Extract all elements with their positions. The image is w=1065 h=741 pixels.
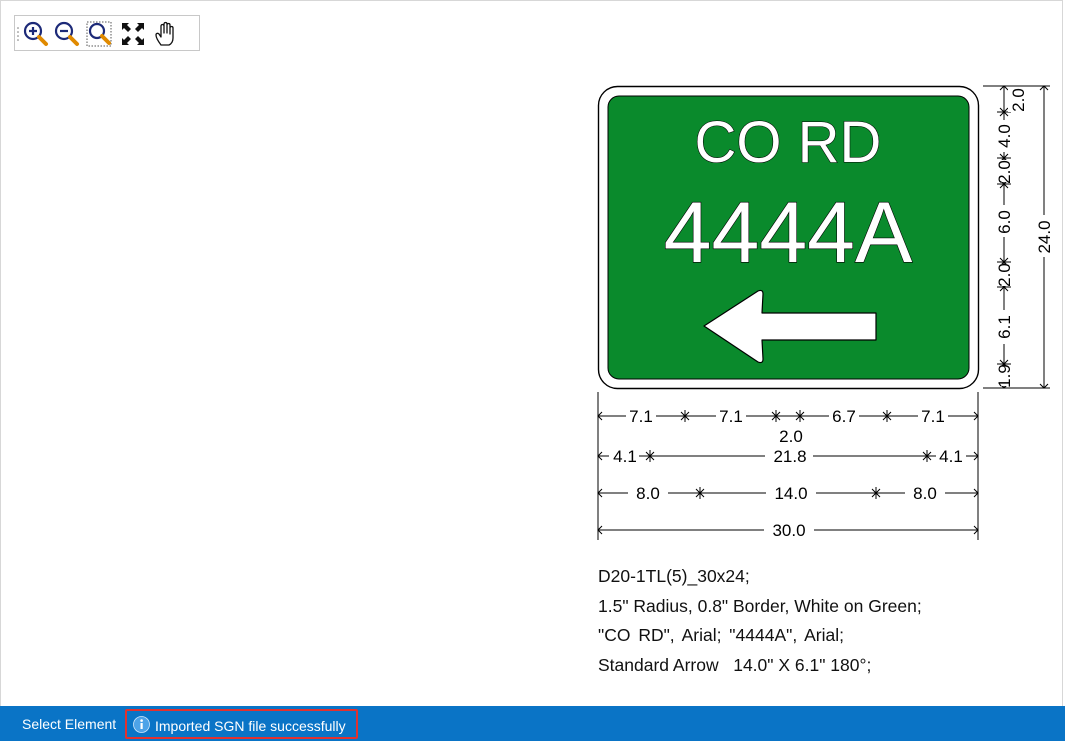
vdim-6-0: 6.0 [995, 210, 1014, 234]
spec-line-arrow: Standard Arrow 14.0" X 6.1" 180°; [598, 654, 872, 675]
zoom-window-icon[interactable] [85, 20, 113, 48]
sign-spec: D20-1TL(5)_30x24; 1.5" Radius, 0.8" Bord… [598, 562, 922, 680]
pan-hand-icon[interactable] [152, 20, 180, 48]
hdim-7-1-b: 7.1 [719, 407, 743, 426]
vdim-1-9: 1.9 [995, 364, 1014, 388]
zoom-in-icon[interactable] [21, 20, 49, 48]
horizontal-dim-labels: 7.1 7.1 2.0 6.7 7.1 4.1 21.8 4.1 8.0 14.… [609, 406, 966, 540]
zoom-extents-icon[interactable] [119, 20, 147, 48]
hdim-14-0: 14.0 [774, 484, 807, 503]
hdim-2-0: 2.0 [779, 427, 803, 446]
hdim-21-8: 21.8 [773, 447, 806, 466]
hdim-7-1-c: 7.1 [921, 407, 945, 426]
spec-line-fonts: "CO RD", Arial; "4444A", Arial; [598, 625, 844, 645]
vdim-2-0-low: 2.0 [995, 263, 1014, 287]
sign-legend-number: 4444A [664, 185, 913, 281]
toolbar-grip-icon[interactable] [17, 26, 19, 42]
vdim-2-0-top: 2.0 [1009, 88, 1028, 112]
vdim-24-0: 24.0 [1035, 220, 1054, 253]
spec-line-designation: D20-1TL(5)_30x24; [598, 566, 750, 586]
hdim-8-0-right: 8.0 [913, 484, 937, 503]
info-icon [133, 716, 150, 733]
hdim-6-7: 6.7 [832, 407, 856, 426]
hdim-4-1-right: 4.1 [939, 447, 963, 466]
hdim-8-0-left: 8.0 [636, 484, 660, 503]
hdim-7-1-a: 7.1 [629, 407, 653, 426]
vdim-4-0: 4.0 [995, 124, 1014, 148]
zoom-out-icon[interactable] [52, 20, 80, 48]
spec-line-border: 1.5" Radius, 0.8" Border, White on Green… [598, 595, 922, 616]
status-message: Imported SGN file successfully [155, 718, 346, 734]
status-message-highlight[interactable]: Imported SGN file successfully [125, 709, 358, 739]
vdim-6-1: 6.1 [995, 315, 1014, 339]
sign-legend-co-rd: CO RD [695, 110, 882, 175]
hdim-4-1-left: 4.1 [613, 447, 637, 466]
status-mode-label: Select Element [22, 716, 117, 732]
sign-panel[interactable]: CO RD 4444A [597, 85, 980, 390]
zoom-toolbar [14, 15, 200, 51]
vdim-2-0-mid: 2.0 [995, 160, 1014, 184]
status-bar: Select Element Imported SGN file success… [0, 706, 1065, 741]
hdim-30-0: 30.0 [772, 521, 805, 540]
